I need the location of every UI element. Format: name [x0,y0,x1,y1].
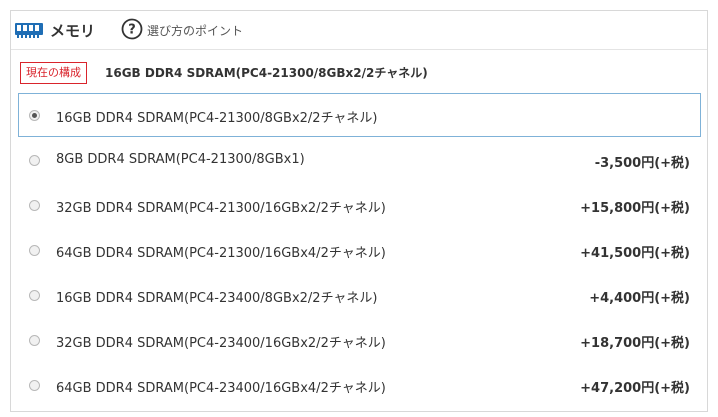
option-label: 64GB DDR4 SDRAM(PC4-23400/16GBx4/2チャネル) [56,381,386,396]
option-price: +41,500円(+税) [580,246,690,261]
memory-chip-icon [15,23,43,38]
memory-section: メモリ ? 選び方のポイント 現在の構成 16GB DDR4 SDRAM(PC4… [10,10,708,412]
radio-button[interactable] [29,200,40,211]
option-label: 16GB DDR4 SDRAM(PC4-23400/8GBx2/2チャネル) [56,291,378,306]
option-label: 32GB DDR4 SDRAM(PC4-21300/16GBx2/2チャネル) [56,201,386,216]
radio-button[interactable] [29,335,40,346]
memory-option[interactable]: 32GB DDR4 SDRAM(PC4-23400/16GBx2/2チャネル) … [18,318,701,362]
section-header: メモリ ? 選び方のポイント [11,11,707,50]
radio-button[interactable] [29,245,40,256]
question-circle-icon[interactable]: ? [121,18,143,40]
memory-option[interactable]: 32GB DDR4 SDRAM(PC4-21300/16GBx2/2チャネル) … [18,183,701,227]
option-label: 16GB DDR4 SDRAM(PC4-21300/8GBx2/2チャネル) [56,111,378,126]
option-price: +18,700円(+税) [580,336,690,351]
svg-text:?: ? [128,23,136,38]
radio-button[interactable] [29,155,40,166]
option-label: 64GB DDR4 SDRAM(PC4-21300/16GBx4/2チャネル) [56,246,386,261]
memory-option[interactable]: 64GB DDR4 SDRAM(PC4-23400/16GBx4/2チャネル) … [18,363,701,407]
option-price: +4,400円(+税) [589,291,690,306]
radio-button[interactable] [29,290,40,301]
current-config-badge: 現在の構成 [20,62,87,84]
memory-option[interactable]: 8GB DDR4 SDRAM(PC4-21300/8GBx1) -3,500円(… [18,138,701,182]
radio-button[interactable] [29,380,40,391]
option-price: +47,200円(+税) [580,381,690,396]
section-title: メモリ [50,22,96,40]
radio-button[interactable] [29,110,40,121]
memory-option[interactable]: 64GB DDR4 SDRAM(PC4-21300/16GBx4/2チャネル) … [18,228,701,272]
option-price: +15,800円(+税) [580,201,690,216]
memory-option[interactable]: 16GB DDR4 SDRAM(PC4-21300/8GBx2/2チャネル) [18,93,701,137]
memory-option[interactable]: 16GB DDR4 SDRAM(PC4-23400/8GBx2/2チャネル) +… [18,273,701,317]
memory-options-list: 16GB DDR4 SDRAM(PC4-21300/8GBx2/2チャネル) 8… [18,93,701,408]
current-config-value: 16GB DDR4 SDRAM(PC4-21300/8GBx2/2チャネル) [105,66,428,80]
option-label: 8GB DDR4 SDRAM(PC4-21300/8GBx1) [56,152,305,167]
option-price: -3,500円(+税) [594,156,690,171]
option-label: 32GB DDR4 SDRAM(PC4-23400/16GBx2/2チャネル) [56,336,386,351]
selection-tips-link[interactable]: 選び方のポイント [147,22,243,39]
